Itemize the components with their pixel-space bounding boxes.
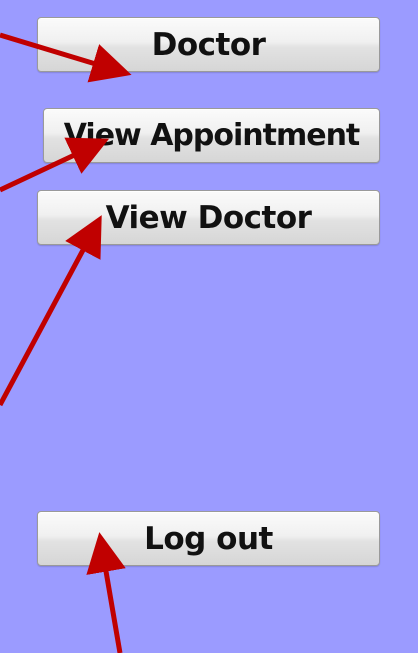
sidebar-panel: Doctor View Appointment View Doctor Log … bbox=[0, 0, 418, 653]
logout-button[interactable]: Log out bbox=[37, 511, 380, 566]
doctor-button[interactable]: Doctor bbox=[37, 17, 380, 72]
view-appointment-button[interactable]: View Appointment bbox=[43, 108, 380, 163]
view-doctor-button[interactable]: View Doctor bbox=[37, 190, 380, 245]
